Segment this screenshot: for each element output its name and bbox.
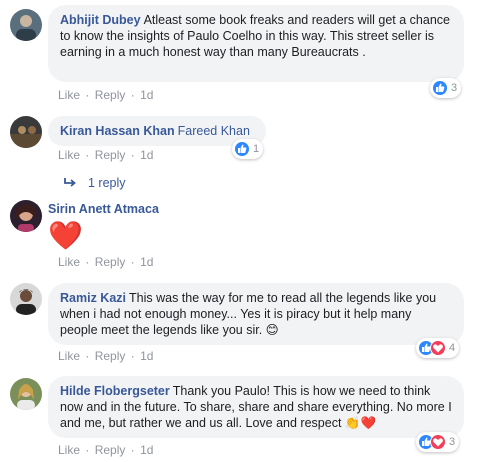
separator: ·: [130, 255, 135, 269]
reply-link[interactable]: Reply: [95, 255, 126, 269]
comment-actions: Like · Reply · 1d: [58, 255, 153, 269]
like-link[interactable]: Like: [58, 88, 80, 102]
avatar[interactable]: [10, 200, 42, 232]
reaction-summary[interactable]: 3: [430, 78, 462, 98]
like-reaction-icon: [234, 141, 250, 157]
separator: ·: [130, 349, 135, 363]
like-reaction-icon: [432, 80, 448, 96]
reaction-summary[interactable]: 1: [232, 139, 264, 159]
comment-emoji: ❤️: [48, 220, 83, 251]
replies-count: 1 reply: [88, 176, 126, 190]
reply-arrow-icon: [64, 178, 76, 187]
like-link[interactable]: Like: [58, 443, 80, 457]
avatar[interactable]: [10, 378, 42, 410]
comment-author[interactable]: Hilde Flobergseter: [60, 384, 170, 398]
separator: ·: [85, 349, 90, 363]
comment-author[interactable]: Kiran Hassan Khan: [60, 124, 175, 138]
separator: ·: [130, 148, 135, 162]
comment-bubble: Ramiz Kazi This was the way for me to rea…: [48, 283, 464, 345]
avatar[interactable]: [10, 283, 42, 315]
reaction-count: 1: [253, 143, 260, 155]
timestamp[interactable]: 1d: [140, 349, 153, 363]
love-reaction-icon: [430, 340, 446, 356]
comment-author[interactable]: Sirin Anett Atmaca: [48, 202, 159, 216]
view-replies-link[interactable]: 1 reply: [64, 176, 126, 190]
reaction-summary[interactable]: 3: [416, 432, 460, 452]
like-link[interactable]: Like: [58, 148, 80, 162]
reply-link[interactable]: Reply: [95, 88, 126, 102]
separator: ·: [85, 255, 90, 269]
reaction-count: 3: [449, 436, 456, 448]
separator: ·: [130, 443, 135, 457]
avatar[interactable]: [10, 116, 42, 148]
timestamp[interactable]: 1d: [140, 443, 153, 457]
avatar[interactable]: [10, 9, 42, 41]
reaction-count: 4: [449, 342, 456, 354]
separator: ·: [130, 88, 135, 102]
separator: ·: [85, 88, 90, 102]
separator: ·: [85, 443, 90, 457]
comment-actions: Like · Reply · 1d: [58, 443, 153, 457]
reaction-count: 3: [451, 82, 458, 94]
separator: ·: [85, 148, 90, 162]
reply-link[interactable]: Reply: [95, 443, 126, 457]
comment-actions: Like · Reply · 1d: [58, 148, 153, 162]
comment-actions: Like · Reply · 1d: [58, 88, 153, 102]
love-reaction-icon: [430, 434, 446, 450]
comment-author[interactable]: Abhijit Dubey: [60, 13, 141, 27]
reaction-summary[interactable]: 4: [416, 338, 460, 358]
timestamp[interactable]: 1d: [140, 88, 153, 102]
timestamp[interactable]: 1d: [140, 148, 153, 162]
reply-link[interactable]: Reply: [95, 349, 126, 363]
comment-bubble: Hilde Flobergseter Thank you Paulo! This …: [48, 376, 464, 438]
reply-link[interactable]: Reply: [95, 148, 126, 162]
like-link[interactable]: Like: [58, 349, 80, 363]
like-link[interactable]: Like: [58, 255, 80, 269]
comment-bubble: Abhijit Dubey Atleast some book freaks an…: [48, 5, 464, 82]
comment-bubble: Kiran Hassan Khan Fareed Khan: [48, 116, 266, 146]
comment-author[interactable]: Ramiz Kazi: [60, 291, 126, 305]
mention-link[interactable]: Fareed Khan: [178, 124, 250, 138]
comment-actions: Like · Reply · 1d: [58, 349, 153, 363]
timestamp[interactable]: 1d: [140, 255, 153, 269]
